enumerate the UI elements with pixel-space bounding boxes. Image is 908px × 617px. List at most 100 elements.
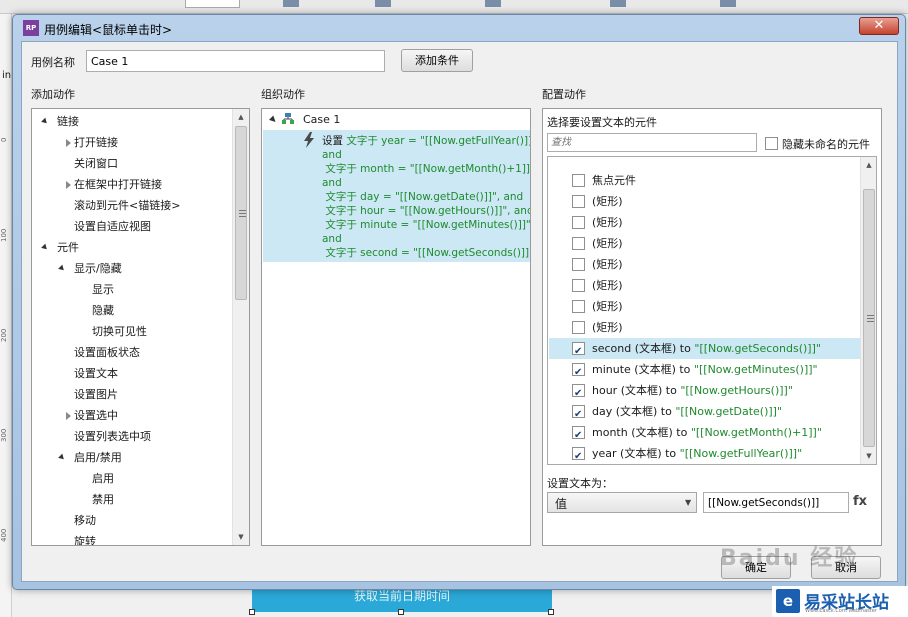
selection-handle[interactable] (548, 609, 554, 615)
add-condition-button[interactable]: 添加条件 (401, 49, 473, 72)
ruler-number: 400 (0, 528, 8, 542)
widget-checkbox[interactable] (572, 174, 585, 187)
widget-checkbox[interactable] (572, 195, 585, 208)
widget-row[interactable]: month (文本框) to "[[Now.getMonth()+1]]" (549, 422, 864, 446)
collapsed-triangle-icon[interactable] (66, 412, 71, 420)
tree-item[interactable]: 链接 (32, 111, 230, 132)
selection-handle[interactable] (398, 609, 404, 615)
widget-checkbox[interactable] (572, 300, 585, 313)
widget-checkbox[interactable] (572, 321, 585, 334)
toolbar-field[interactable] (185, 0, 240, 8)
widget-checkbox[interactable] (572, 279, 585, 292)
widget-text: minute (文本框) to "[[Now.getMinutes()]]" (592, 359, 818, 380)
fx-button[interactable]: fx (853, 494, 867, 509)
toolbar-icon[interactable] (610, 0, 626, 7)
tree-item[interactable]: 设置文本 (32, 363, 230, 384)
collapse-triangle-icon[interactable]: ▼ (268, 114, 279, 125)
tree-item[interactable]: 禁用 (32, 489, 230, 510)
widget-checkbox[interactable] (572, 404, 585, 425)
scroll-down-arrow[interactable]: ▼ (233, 529, 249, 545)
widget-list[interactable]: 焦点元件 (矩形) (矩形) (矩形) (矩形) (矩形) (矩形) (矩形) second (… (547, 156, 877, 465)
tree-item[interactable]: 切换可见性 (32, 321, 230, 342)
expanded-triangle-icon[interactable] (41, 117, 49, 126)
widget-value: "[[Now.getHours()]]" (680, 384, 793, 397)
tree-item[interactable]: 在框架中打开链接 (32, 174, 230, 195)
toolbar-icon[interactable] (720, 0, 736, 7)
action-line: 文字于 minute = "[[Now.getMinutes()]]", (322, 218, 530, 232)
organize-actions-panel[interactable]: ▼ Case 1 设置 文字于 year = "[[Now.getFullYea… (261, 108, 531, 546)
case-name-input[interactable] (86, 50, 385, 72)
tree-item-label: 启用 (92, 472, 114, 485)
action-detail: 文字于 day = "[[Now.getDate()]]", and (325, 191, 524, 203)
text-type-select[interactable]: 值 ▼ (547, 492, 697, 513)
widget-row[interactable]: (矩形) (549, 296, 864, 317)
case-label[interactable]: Case 1 (303, 113, 340, 126)
widget-text: month (文本框) to "[[Now.getMonth()+1]]" (592, 422, 822, 443)
widget-row[interactable]: hour (文本框) to "[[Now.getHours()]]" (549, 380, 864, 404)
expanded-triangle-icon[interactable] (41, 243, 49, 252)
tree-item[interactable]: 启用 (32, 468, 230, 489)
widget-name: day (文本框) to (592, 405, 676, 418)
tree-item[interactable]: 设置列表选中项 (32, 426, 230, 447)
widget-checkbox[interactable] (572, 446, 585, 464)
widget-row[interactable]: second (文本框) to "[[Now.getSeconds()]]" (549, 338, 864, 362)
selection-handle[interactable] (249, 609, 255, 615)
scroll-up-arrow[interactable]: ▲ (233, 109, 249, 125)
tree-item[interactable]: 设置图片 (32, 384, 230, 405)
tree-item[interactable]: 设置自适应视图 (32, 216, 230, 237)
widget-row[interactable]: (矩形) (549, 317, 864, 338)
action-line: 文字于 month = "[[Now.getMonth()+1]]", (322, 162, 531, 176)
widget-row[interactable]: (矩形) (549, 212, 864, 233)
toolbar-icon[interactable] (283, 0, 299, 7)
tree-scrollbar[interactable]: ▲ ▼ (232, 109, 249, 545)
add-actions-tree[interactable]: 链接 打开链接 关闭窗口 在框架中打开链接 滚动到元件<锚链接> 设置自适应视图 元件 显示/… (31, 108, 250, 546)
widget-row[interactable]: (矩形) (549, 233, 864, 254)
expanded-triangle-icon[interactable] (58, 264, 66, 273)
widget-checkbox[interactable] (572, 258, 585, 271)
tree-item[interactable]: 元件 (32, 237, 230, 258)
widget-row[interactable]: 焦点元件 (549, 170, 864, 191)
widget-checkbox[interactable] (572, 237, 585, 250)
tree-item[interactable]: 设置面板状态 (32, 342, 230, 363)
dialog-title-bar[interactable]: RP 用例编辑<鼠标单击时> ✕ (13, 15, 905, 41)
expanded-triangle-icon[interactable] (58, 453, 66, 462)
widget-row[interactable]: year (文本框) to "[[Now.getFullYear()]]" (549, 443, 864, 464)
selected-action[interactable]: 设置 文字于 year = "[[Now.getFullYear()]]", an… (263, 130, 531, 262)
tree-item[interactable]: 打开链接 (32, 132, 230, 153)
tree-item[interactable]: 滚动到元件<锚链接> (32, 195, 230, 216)
hide-unnamed-checkbox[interactable] (765, 137, 778, 150)
tree-item[interactable]: 设置选中 (32, 405, 230, 426)
tree-item[interactable]: 隐藏 (32, 300, 230, 321)
scroll-down-arrow[interactable]: ▼ (861, 448, 876, 464)
collapsed-triangle-icon[interactable] (66, 139, 71, 147)
widget-row[interactable]: (矩形) (549, 254, 864, 275)
tree-item[interactable]: 移动 (32, 510, 230, 531)
widget-checkbox[interactable] (572, 383, 585, 404)
tree-item[interactable]: 显示 (32, 279, 230, 300)
widget-text: year (文本框) to "[[Now.getFullYear()]]" (592, 443, 802, 464)
scroll-thumb[interactable] (235, 126, 247, 300)
widget-checkbox[interactable] (572, 362, 585, 383)
close-button[interactable]: ✕ (859, 17, 899, 35)
collapsed-triangle-icon[interactable] (66, 181, 71, 189)
toolbar-icon[interactable] (485, 0, 501, 7)
tree-item[interactable]: 启用/禁用 (32, 447, 230, 468)
widget-value: "[[Now.getSeconds()]]" (694, 342, 821, 355)
widget-list-scrollbar[interactable]: ▲ ▼ (860, 157, 876, 464)
widget-checkbox[interactable] (572, 341, 585, 362)
widget-row[interactable]: (矩形) (549, 275, 864, 296)
scroll-thumb[interactable] (863, 189, 875, 447)
widget-row[interactable]: day (文本框) to "[[Now.getDate()]]" (549, 401, 864, 425)
action-detail: 文字于 month = "[[Now.getMonth()+1]]", (325, 163, 531, 175)
widget-row[interactable]: (矩形) (549, 191, 864, 212)
toolbar-icon[interactable] (375, 0, 391, 7)
tree-item[interactable]: 旋转 (32, 531, 230, 545)
tree-item[interactable]: 关闭窗口 (32, 153, 230, 174)
tree-item[interactable]: 显示/隐藏 (32, 258, 230, 279)
text-value-input[interactable] (703, 492, 849, 513)
widget-checkbox[interactable] (572, 425, 585, 446)
widget-checkbox[interactable] (572, 216, 585, 229)
scroll-up-arrow[interactable]: ▲ (861, 157, 876, 173)
search-input[interactable] (547, 133, 757, 152)
widget-row[interactable]: minute (文本框) to "[[Now.getMinutes()]]" (549, 359, 864, 383)
